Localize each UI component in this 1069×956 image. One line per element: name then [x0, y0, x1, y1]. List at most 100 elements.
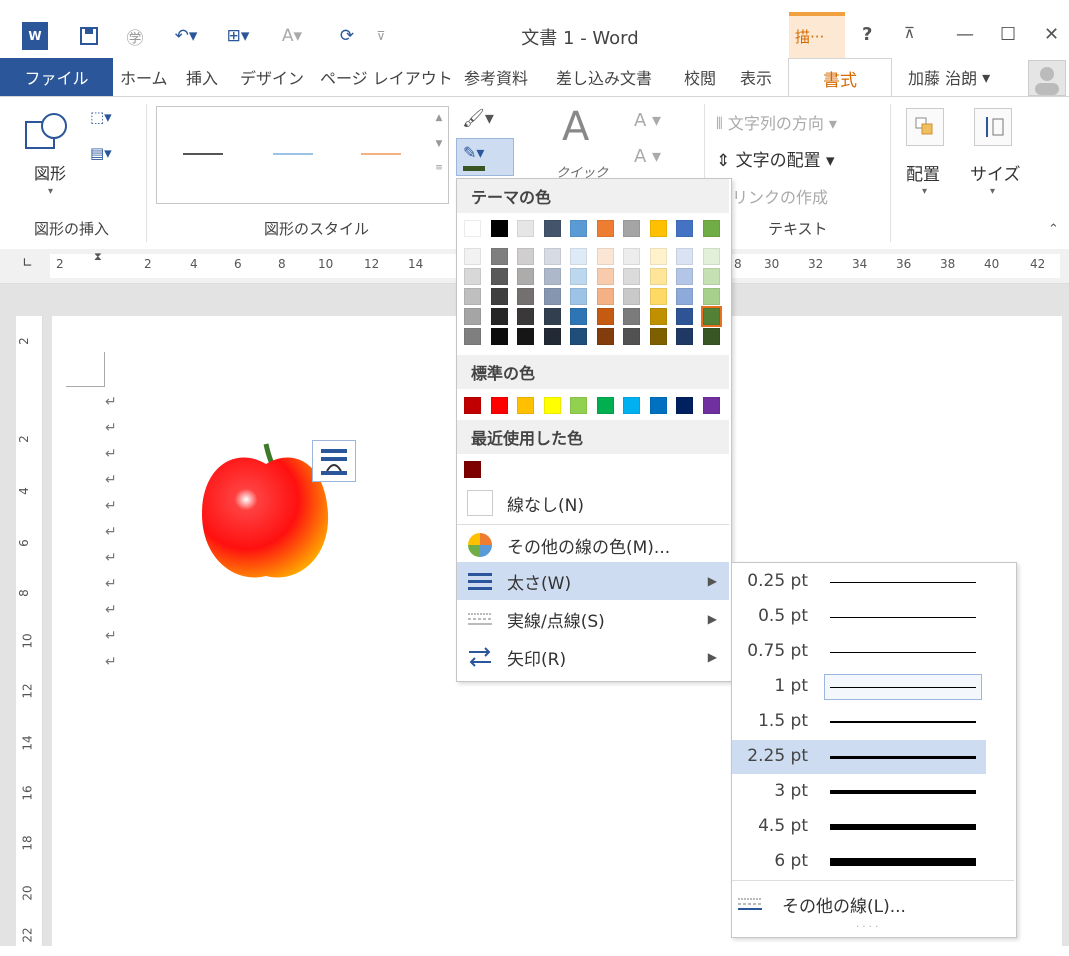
more-colors-item[interactable]: その他の線の色(M)...: [457, 526, 729, 564]
ribbon-display-icon[interactable]: ⊼: [904, 24, 915, 42]
layout-options-icon[interactable]: [312, 440, 356, 482]
theme-color-swatch[interactable]: [703, 220, 720, 237]
weight-option[interactable]: 0.75 pt: [732, 635, 986, 669]
tab-design[interactable]: デザイン: [240, 58, 304, 96]
shapes-icon[interactable]: [22, 108, 72, 162]
tab-view[interactable]: 表示: [740, 58, 772, 96]
theme-shade-swatch[interactable]: [464, 288, 481, 305]
tab-file[interactable]: ファイル: [0, 58, 113, 96]
theme-shade-swatch[interactable]: [597, 308, 614, 325]
theme-shade-swatch[interactable]: [517, 328, 534, 345]
customize-qat-icon[interactable]: ⊽: [368, 22, 394, 50]
theme-shade-swatch[interactable]: [676, 248, 693, 265]
theme-color-swatch[interactable]: [464, 220, 481, 237]
theme-shade-swatch[interactable]: [570, 288, 587, 305]
collapse-ribbon-icon[interactable]: ⌃: [1048, 222, 1059, 237]
theme-color-swatch[interactable]: [676, 220, 693, 237]
theme-shade-swatch[interactable]: [650, 268, 667, 285]
standard-color-swatch[interactable]: [464, 397, 481, 414]
tab-insert[interactable]: 挿入: [186, 58, 218, 96]
theme-shade-swatch[interactable]: [464, 268, 481, 285]
weight-option[interactable]: 2.25 pt: [732, 740, 986, 774]
theme-shade-swatch[interactable]: [491, 328, 508, 345]
theme-shade-swatch[interactable]: [491, 268, 508, 285]
theme-shade-swatch[interactable]: [676, 308, 693, 325]
theme-shade-swatch[interactable]: [464, 308, 481, 325]
theme-shade-swatch[interactable]: [491, 288, 508, 305]
theme-shade-swatch[interactable]: [517, 308, 534, 325]
tab-references[interactable]: 参考資料: [464, 58, 528, 96]
theme-shade-swatch[interactable]: [623, 328, 640, 345]
text-direction-button[interactable]: ⫴ 文字列の方向 ▾: [716, 110, 837, 134]
shapes-label[interactable]: 図形: [34, 160, 66, 184]
theme-shade-swatch[interactable]: [650, 308, 667, 325]
theme-shade-swatch[interactable]: [517, 288, 534, 305]
standard-color-swatch[interactable]: [570, 397, 587, 414]
theme-color-swatch[interactable]: [570, 220, 587, 237]
theme-shade-swatch[interactable]: [703, 268, 720, 285]
theme-color-swatch[interactable]: [623, 220, 640, 237]
theme-shade-swatch[interactable]: [597, 288, 614, 305]
create-link-label[interactable]: リンクの作成: [732, 184, 828, 208]
standard-color-swatch[interactable]: [517, 397, 534, 414]
gallery-down-icon[interactable]: ▼: [430, 139, 448, 149]
save-icon[interactable]: [76, 22, 102, 50]
theme-shade-swatch[interactable]: [650, 248, 667, 265]
resize-grip-icon[interactable]: · · · ·: [856, 922, 878, 933]
theme-color-swatch[interactable]: [597, 220, 614, 237]
weight-option[interactable]: 6 pt: [732, 845, 986, 879]
standard-color-swatch[interactable]: [491, 397, 508, 414]
theme-shade-swatch[interactable]: [623, 308, 640, 325]
standard-color-swatch[interactable]: [544, 397, 561, 414]
standard-color-swatch[interactable]: [623, 397, 640, 414]
shapes-dropdown-icon[interactable]: ▾: [48, 186, 53, 197]
arrange-icon[interactable]: [906, 108, 944, 146]
theme-shade-swatch[interactable]: [570, 328, 587, 345]
tab-review[interactable]: 校閲: [684, 58, 716, 96]
theme-shade-swatch[interactable]: [570, 248, 587, 265]
weight-option[interactable]: 0.5 pt: [732, 600, 986, 634]
size-icon[interactable]: [974, 108, 1012, 146]
theme-shade-swatch[interactable]: [544, 288, 561, 305]
shape-style-gallery[interactable]: [156, 106, 432, 204]
close-icon[interactable]: ✕: [1044, 24, 1059, 45]
theme-shade-swatch[interactable]: [703, 288, 720, 305]
weight-option[interactable]: 1 pt: [732, 670, 986, 704]
avatar[interactable]: [1028, 60, 1066, 96]
theme-color-swatch[interactable]: [650, 220, 667, 237]
quick-style-icon[interactable]: A: [562, 104, 589, 150]
theme-shade-swatch[interactable]: [703, 328, 720, 345]
tab-home[interactable]: ホーム: [120, 58, 168, 96]
theme-shade-swatch[interactable]: [623, 288, 640, 305]
arrows-item[interactable]: 矢印(R) ▶: [457, 638, 729, 676]
weight-option[interactable]: 3 pt: [732, 775, 986, 809]
theme-shade-swatch[interactable]: [544, 328, 561, 345]
font-color-icon[interactable]: A▾: [272, 22, 312, 50]
gallery-up-icon[interactable]: ▲: [430, 113, 448, 123]
size-dropdown-icon[interactable]: ▾: [990, 186, 995, 197]
edit-shape-icon[interactable]: ⬚▾: [90, 108, 112, 126]
standard-color-swatch[interactable]: [597, 397, 614, 414]
maximize-icon[interactable]: ☐: [1000, 24, 1016, 45]
theme-shade-swatch[interactable]: [597, 268, 614, 285]
theme-shade-swatch[interactable]: [544, 308, 561, 325]
theme-shade-swatch[interactable]: [544, 268, 561, 285]
arrange-label[interactable]: 配置: [906, 160, 940, 185]
theme-shade-swatch[interactable]: [491, 248, 508, 265]
dash-item[interactable]: 実線/点線(S) ▶: [457, 600, 729, 638]
furigana-icon[interactable]: ㊫: [122, 22, 148, 50]
theme-shade-swatch[interactable]: [650, 288, 667, 305]
redo-icon[interactable]: ⟳: [334, 22, 360, 50]
more-lines-item[interactable]: その他の線(L)...: [732, 886, 1014, 922]
theme-shade-swatch[interactable]: [597, 248, 614, 265]
style-line-dark[interactable]: [183, 153, 223, 155]
theme-shade-swatch[interactable]: [491, 308, 508, 325]
shape-fill-icon[interactable]: 🖌▾: [462, 108, 494, 129]
theme-shade-swatch[interactable]: [464, 328, 481, 345]
theme-color-swatch[interactable]: [517, 220, 534, 237]
standard-color-swatch[interactable]: [650, 397, 667, 414]
theme-shade-swatch[interactable]: [703, 248, 720, 265]
tab-selector-icon[interactable]: ∟: [22, 256, 33, 271]
text-fill-icon[interactable]: A ▾: [634, 110, 661, 131]
style-line-orange[interactable]: [361, 153, 401, 155]
